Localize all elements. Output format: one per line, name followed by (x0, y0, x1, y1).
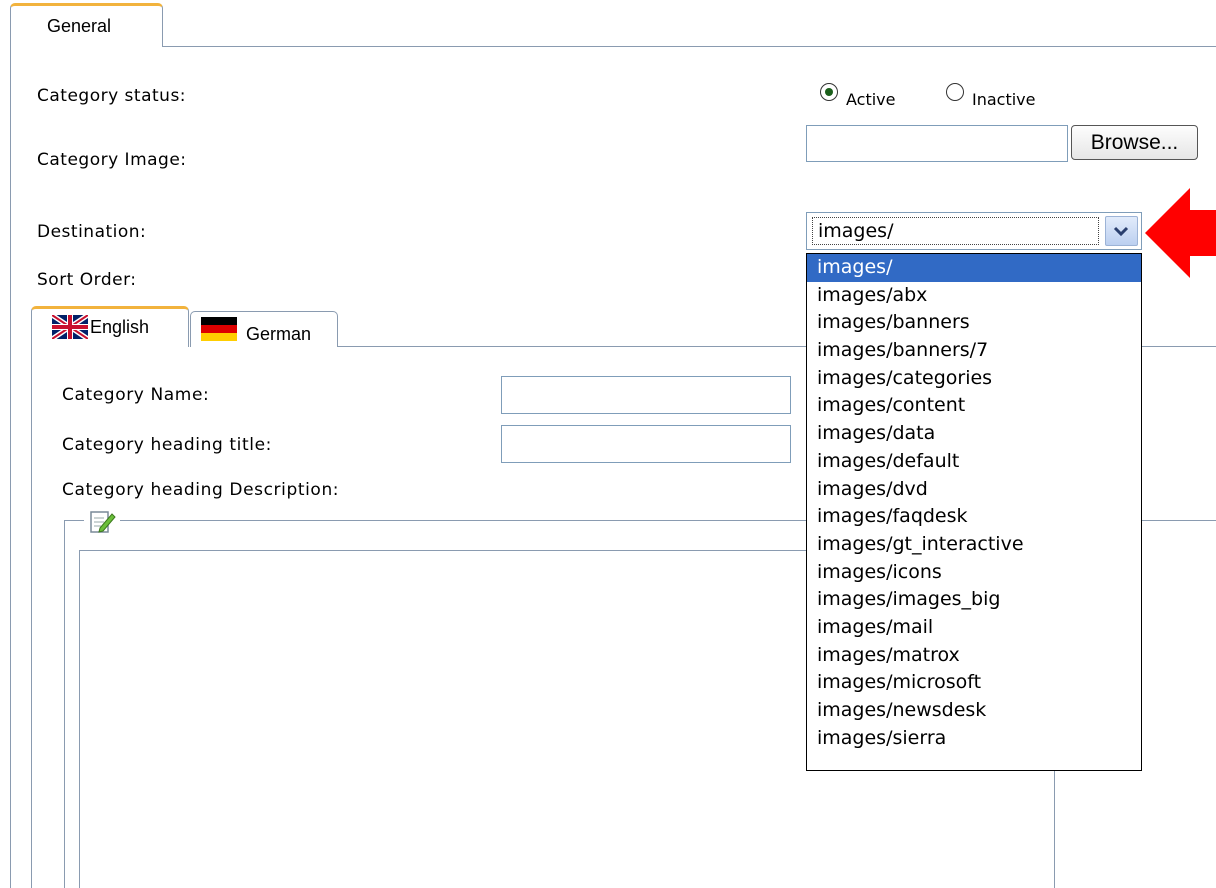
tab-english-label: English (90, 317, 150, 337)
radio-inactive-icon[interactable] (946, 83, 964, 101)
destination-option[interactable]: images/default (807, 448, 1141, 476)
tab-bar-divider (162, 46, 1216, 47)
destination-option[interactable]: images/sierra (807, 725, 1141, 753)
destination-label: Destination: (37, 222, 147, 242)
destination-option[interactable]: images/dvd (807, 476, 1141, 504)
destination-select-value: images/ (812, 217, 1099, 245)
fieldset-border-top-left (64, 520, 84, 521)
destination-dropdown-list[interactable]: images/images/abx images/banners images/ba… (806, 253, 1142, 771)
language-panel-left-border (31, 346, 32, 888)
tab-german[interactable]: German (190, 311, 338, 347)
radio-inactive-label: Inactive (972, 90, 1036, 109)
panel-left-border (10, 46, 11, 888)
category-image-file-input[interactable] (806, 125, 1068, 162)
category-heading-title-label: Category heading title: (62, 435, 272, 455)
tab-general[interactable]: General (10, 3, 163, 47)
category-heading-description-label: Category heading Description: (62, 480, 340, 500)
radio-active-icon[interactable] (820, 83, 838, 101)
destination-option[interactable]: images/categories (807, 365, 1141, 393)
destination-option[interactable]: images/microsoft (807, 669, 1141, 697)
category-image-label: Category Image: (37, 150, 187, 170)
category-heading-title-input[interactable] (501, 425, 791, 463)
destination-option[interactable]: images/abx (807, 282, 1141, 310)
destination-option[interactable]: images/mail (807, 614, 1141, 642)
destination-option[interactable]: images/data (807, 420, 1141, 448)
fieldset-border-left (64, 520, 65, 888)
destination-option[interactable]: images/newsdesk (807, 697, 1141, 725)
browse-button[interactable]: Browse... (1071, 125, 1198, 160)
tab-english[interactable]: English (31, 306, 189, 347)
uk-flag-icon (52, 315, 88, 339)
edit-note-icon[interactable] (88, 508, 116, 536)
destination-option[interactable]: images/matrox (807, 642, 1141, 670)
destination-option[interactable]: images/icons (807, 559, 1141, 587)
sort-order-label: Sort Order: (37, 270, 137, 290)
destination-option[interactable]: images/banners/7 (807, 337, 1141, 365)
destination-option[interactable]: images/content (807, 392, 1141, 420)
category-name-input[interactable] (501, 376, 791, 414)
dropdown-chevron-icon[interactable] (1105, 216, 1138, 246)
destination-option[interactable]: images/ (807, 254, 1141, 282)
destination-option[interactable]: images/images_big (807, 586, 1141, 614)
red-arrow-icon (1145, 188, 1216, 278)
radio-active-label: Active (846, 90, 896, 109)
tab-general-label: General (47, 16, 112, 36)
destination-option[interactable]: images/faqdesk (807, 503, 1141, 531)
tab-german-label: German (246, 324, 312, 344)
german-flag-icon (201, 317, 237, 341)
destination-option[interactable]: images/banners (807, 309, 1141, 337)
category-name-label: Category Name: (62, 385, 210, 405)
destination-option[interactable]: images/gt_interactive (807, 531, 1141, 559)
category-status-label: Category status: (37, 86, 187, 106)
